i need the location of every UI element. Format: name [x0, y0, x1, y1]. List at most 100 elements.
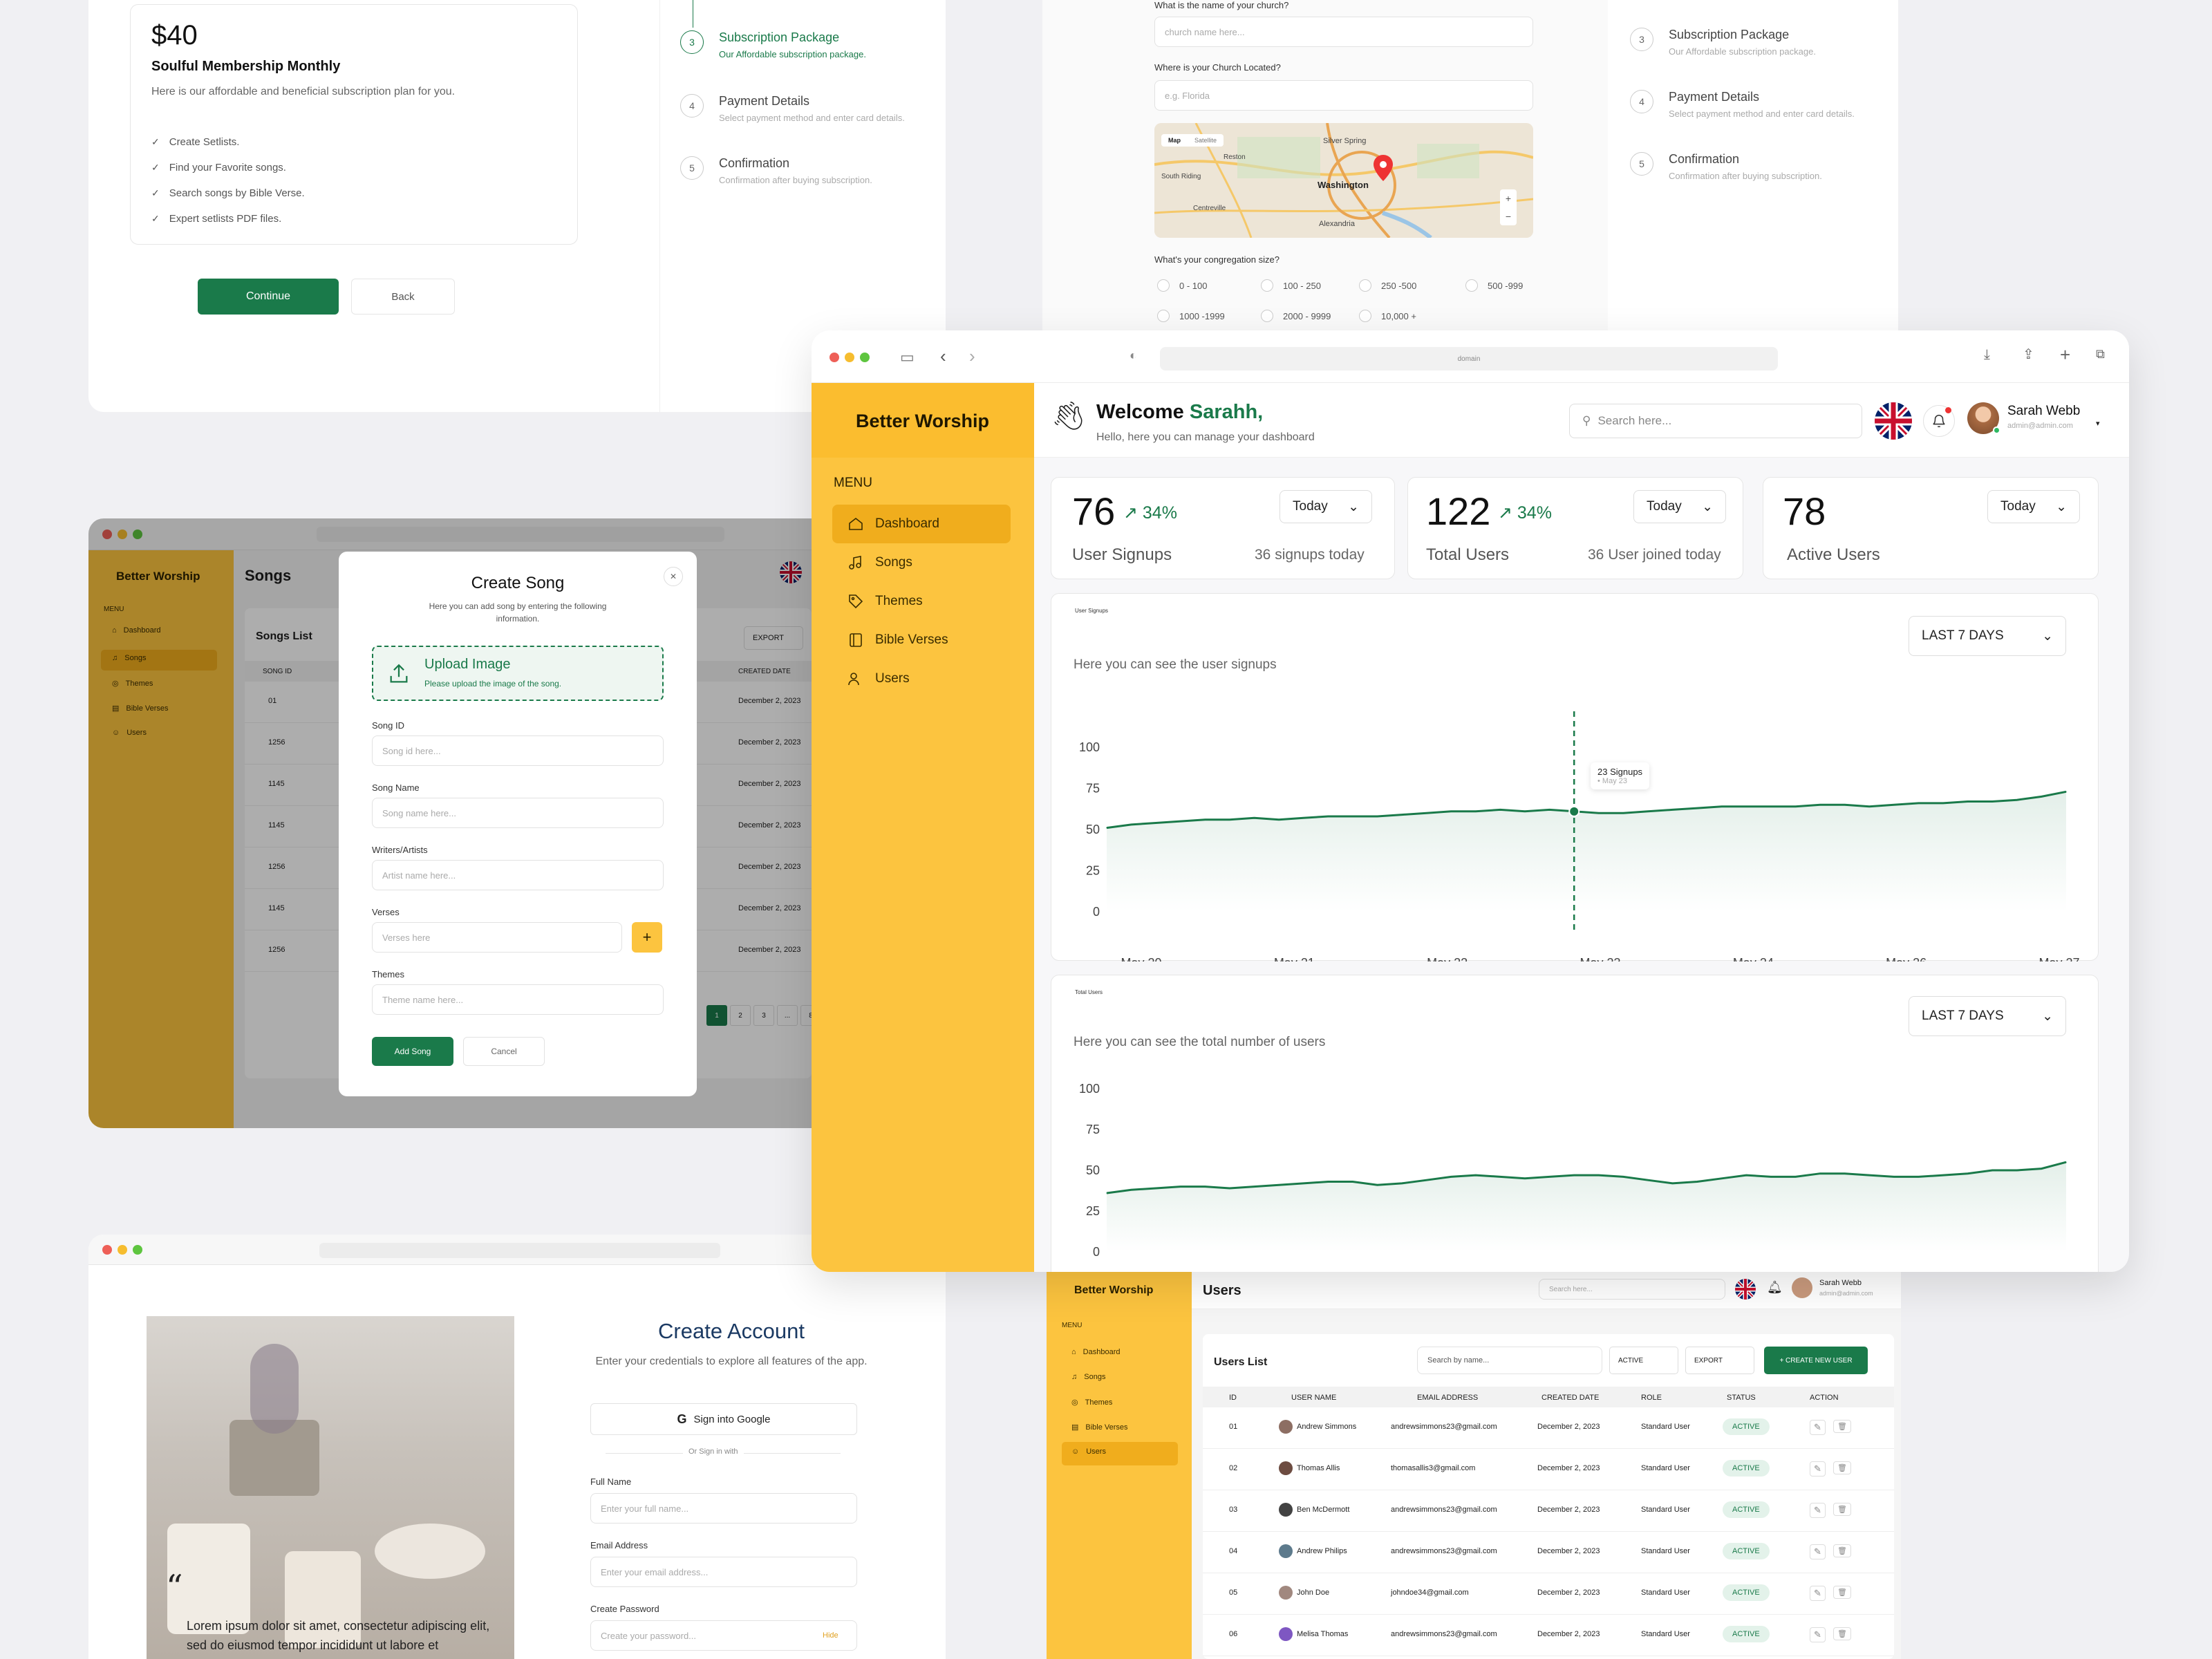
size-option[interactable]: 10,000 + — [1359, 310, 1416, 322]
status-filter[interactable]: ACTIVE — [1609, 1347, 1678, 1374]
create-user-button[interactable]: + CREATE NEW USER — [1764, 1347, 1868, 1374]
data-point — [1426, 1179, 1427, 1181]
table-row[interactable]: 05 John Doe johndoe34@gmail.com December 2,… — [1203, 1573, 1894, 1615]
nav-label: Bible Verses — [1085, 1423, 1128, 1432]
new-tab-icon[interactable]: + — [2060, 344, 2070, 366]
zoom-controls[interactable]: + − — [1500, 189, 1517, 225]
table-row[interactable]: 02 Thomas Allis thomasallis3@gmail.com Dece… — [1203, 1449, 1894, 1490]
data-point — [1794, 806, 1797, 807]
password-input[interactable]: Create your password... — [590, 1620, 857, 1651]
uk-flag-icon[interactable] — [1735, 1279, 1756, 1300]
table-row[interactable]: 04 Andrew Philips andrewsimmons23@gmail.co… — [1203, 1532, 1894, 1573]
url-bar[interactable]: domain — [1160, 347, 1778, 371]
map-tab-satellite[interactable]: Satellite — [1188, 134, 1224, 147]
data-point — [1745, 806, 1747, 807]
chevron-down-icon[interactable]: ▾ — [2096, 419, 2100, 428]
map-tab-map[interactable]: Map — [1161, 134, 1188, 147]
edit-icon[interactable]: ✎ — [1810, 1503, 1826, 1518]
back-icon[interactable]: ‹ — [940, 346, 946, 367]
user-role: Standard User — [1641, 1423, 1690, 1431]
nav-bible-verses[interactable]: Bible Verses — [832, 621, 1011, 659]
continue-button[interactable]: Continue — [198, 279, 339, 315]
back-button[interactable]: Back — [351, 279, 455, 315]
size-option[interactable]: 1000 -1999 — [1157, 310, 1225, 322]
email-input[interactable]: Enter your email address... — [590, 1557, 857, 1587]
nav-bible-verses[interactable]: ▤ Bible Verses — [1071, 1423, 1128, 1432]
nav-users[interactable]: ☺ Users — [1071, 1447, 1106, 1456]
church-location-input[interactable]: e.g. Florida — [1154, 80, 1533, 111]
trash-icon[interactable]: 🗑︎ — [1833, 1586, 1851, 1599]
nav-songs[interactable]: ♫ Songs — [1071, 1373, 1105, 1381]
nav-dashboard[interactable]: Dashboard — [832, 505, 1011, 543]
period-dropdown[interactable]: Today ⌄ — [1633, 490, 1726, 523]
table-row[interactable]: 03 Ben McDermott andrewsimmons23@gmail.com… — [1203, 1490, 1894, 1532]
avatar[interactable] — [1967, 402, 2000, 434]
user-search-input[interactable]: Search by name... — [1417, 1347, 1602, 1374]
edit-icon[interactable]: ✎ — [1810, 1627, 1826, 1642]
forward-icon[interactable]: › — [969, 346, 975, 367]
song-name-input[interactable]: Song name here... — [372, 798, 664, 828]
tabs-icon[interactable]: ⧉ — [2096, 347, 2105, 362]
add-song-button[interactable]: Add Song — [372, 1037, 453, 1066]
data-point — [1327, 1181, 1329, 1183]
search-box[interactable]: ⚲ Search here... — [1569, 404, 1862, 438]
data-point — [1106, 1192, 1107, 1194]
signups-chart-card: User Signups Here you can see the user s… — [1051, 593, 2099, 962]
trash-icon[interactable]: 🗑︎ — [1833, 1420, 1851, 1433]
signups-chart[interactable]: 0 25 50 75 100 May 20 May 21 May 22 May 23 May 24… — [1051, 594, 2099, 962]
close-icon[interactable]: ✕ — [664, 567, 683, 586]
sidebar-toggle-icon[interactable]: ▭ — [900, 348, 915, 366]
total-users-chart[interactable]: 0 25 50 75 100 — [1051, 975, 2099, 1272]
trash-icon[interactable]: 🗑︎ — [1833, 1503, 1851, 1516]
full-name-input[interactable]: Enter your full name... — [590, 1493, 857, 1524]
nav-themes[interactable]: ◎ Themes — [1071, 1398, 1112, 1407]
size-option[interactable]: 250 -500 — [1359, 279, 1416, 292]
bell-icon[interactable] — [1923, 405, 1955, 437]
nav-themes[interactable]: Themes — [832, 582, 1011, 621]
period-dropdown[interactable]: Today ⌄ — [1987, 490, 2080, 523]
table-row[interactable]: 06 Melisa Thomas andrewsimmons23@gmail.com… — [1203, 1615, 1894, 1656]
search-input[interactable]: Search here... — [1539, 1279, 1725, 1300]
size-option[interactable]: 2000 - 9999 — [1261, 310, 1331, 322]
table-row[interactable]: 01 Andrew Simmons andrewsimmons23@gmail.co… — [1203, 1407, 1894, 1449]
bell-icon[interactable]: 🔔︎ — [1767, 1280, 1783, 1295]
cancel-button[interactable]: Cancel — [463, 1037, 545, 1066]
quote-text: Lorem ipsum dolor sit amet, consectetur … — [187, 1619, 490, 1652]
y-tick-label: 75 — [1086, 782, 1100, 796]
export-dropdown[interactable]: EXPORT — [1685, 1347, 1754, 1374]
edit-icon[interactable]: ✎ — [1810, 1544, 1826, 1559]
trash-icon[interactable]: 🗑︎ — [1833, 1544, 1851, 1557]
nav-label: Dashboard — [1082, 1348, 1121, 1356]
welcome-name: Sarahh, — [1189, 401, 1264, 423]
avatar[interactable] — [1792, 1277, 1812, 1298]
church-name-input[interactable]: church name here... — [1154, 17, 1533, 47]
themes-input[interactable]: Theme name here... — [372, 984, 664, 1015]
verses-input[interactable]: Verses here — [372, 922, 622, 953]
uk-flag-icon[interactable] — [1875, 402, 1912, 440]
edit-icon[interactable]: ✎ — [1810, 1586, 1826, 1601]
share-icon[interactable]: ⇪ — [2023, 346, 2034, 363]
edit-icon[interactable]: ✎ — [1810, 1420, 1826, 1435]
edit-icon[interactable]: ✎ — [1810, 1461, 1826, 1477]
size-option[interactable]: 0 - 100 — [1157, 279, 1207, 292]
upload-zone[interactable]: Upload Image Please upload the image of … — [372, 646, 664, 701]
writers-input[interactable]: Artist name here... — [372, 860, 664, 890]
x-tick-label: May 22 — [1427, 956, 1468, 962]
map-place: Reston — [1224, 153, 1246, 161]
hide-password-toggle[interactable]: Hide — [823, 1631, 838, 1640]
trash-icon[interactable]: 🗑︎ — [1833, 1461, 1851, 1474]
google-signin-button[interactable]: G Sign into Google — [590, 1403, 857, 1435]
size-option[interactable]: 500 -999 — [1465, 279, 1523, 292]
nav-users[interactable]: Users — [832, 659, 1011, 698]
trash-icon[interactable]: 🗑︎ — [1833, 1627, 1851, 1640]
add-verse-button[interactable]: + — [632, 922, 662, 953]
size-option[interactable]: 100 - 250 — [1261, 279, 1321, 292]
song-id-input[interactable]: Song id here... — [372, 735, 664, 766]
y-tick-label: 75 — [1086, 1123, 1100, 1136]
user-id: 01 — [1229, 1423, 1238, 1431]
period-dropdown[interactable]: Today ⌄ — [1280, 490, 1372, 523]
download-icon[interactable]: ⤓ — [1984, 347, 1990, 363]
nav-songs[interactable]: Songs — [832, 543, 1011, 582]
map[interactable]: Map Satellite Silver Spring Reston Washi… — [1154, 123, 1533, 238]
nav-dashboard[interactable]: ⌂ Dashboard — [1071, 1348, 1120, 1356]
